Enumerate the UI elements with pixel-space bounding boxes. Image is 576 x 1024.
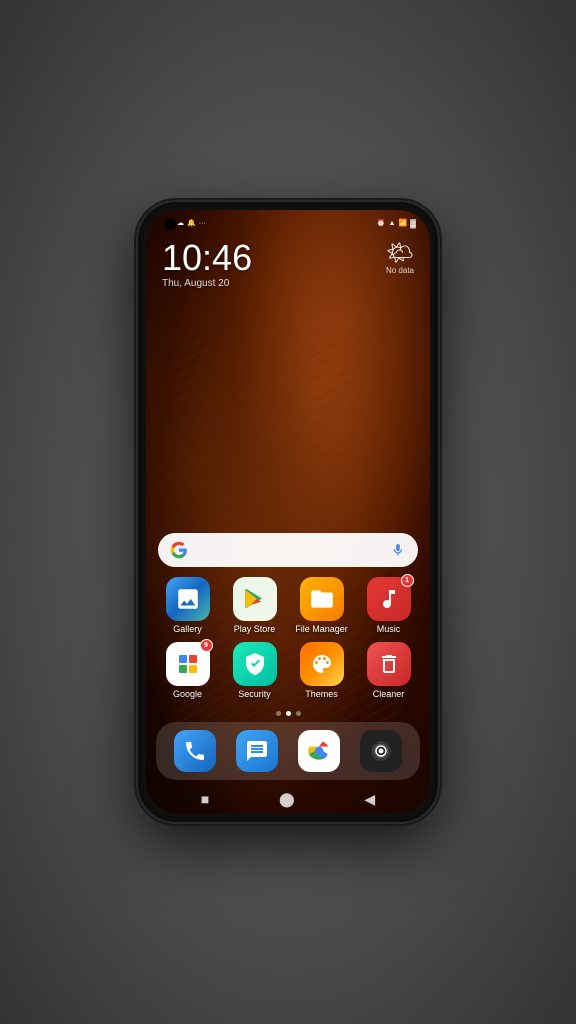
nav-bar: ■ ⬤ ◀ — [146, 786, 430, 814]
screen-content: ☁ 🔔 ··· ⏰ ▲ 📶 ▓ 10:46 Thu, August 20 — [146, 210, 430, 814]
app-cleaner[interactable]: Cleaner — [357, 642, 420, 699]
weather-widget: 🌤 No data — [386, 240, 414, 275]
dot-3[interactable] — [296, 711, 301, 716]
app-playstore[interactable]: Play Store — [223, 577, 286, 634]
dock-phone-icon — [174, 730, 216, 772]
clock-date: Thu, August 20 — [162, 278, 252, 289]
battery-icon: ▓ — [410, 219, 416, 228]
page-indicators — [146, 707, 430, 722]
music-badge: 1 — [401, 574, 414, 587]
nav-home[interactable]: ⬤ — [279, 791, 295, 808]
app-themes[interactable]: Themes — [290, 642, 353, 699]
dot-2[interactable] — [286, 711, 291, 716]
wifi-icon: ▲ — [389, 220, 396, 227]
cleaner-label: Cleaner — [373, 689, 405, 699]
camera-cutout — [164, 218, 176, 230]
dock-camera[interactable] — [352, 730, 410, 772]
app-filemanager[interactable]: File Manager — [290, 577, 353, 634]
playstore-label: Play Store — [234, 624, 276, 634]
dock-messages-icon — [236, 730, 278, 772]
app-security[interactable]: Security — [223, 642, 286, 699]
music-icon: 1 — [367, 577, 411, 621]
dock-messages[interactable] — [228, 730, 286, 772]
app-google[interactable]: 9 Google — [156, 642, 219, 699]
themes-label: Themes — [305, 689, 338, 699]
themes-icon — [300, 642, 344, 686]
app-gallery[interactable]: Gallery — [156, 577, 219, 634]
google-icon: 9 — [166, 642, 210, 686]
dock-chrome[interactable] — [290, 730, 348, 772]
music-label: Music — [377, 624, 401, 634]
playstore-icon — [233, 577, 277, 621]
google-g-icon — [170, 541, 188, 559]
gallery-icon — [166, 577, 210, 621]
clock-time: 10:46 — [162, 240, 252, 276]
dot-1[interactable] — [276, 711, 281, 716]
search-bar[interactable] — [158, 533, 418, 567]
signal-icon: 📶 — [398, 219, 407, 227]
security-icon — [233, 642, 277, 686]
phone-screen: ☁ 🔔 ··· ⏰ ▲ 📶 ▓ 10:46 Thu, August 20 — [146, 210, 430, 814]
google-label: Google — [173, 689, 202, 699]
status-icon-2: 🔔 — [187, 219, 196, 227]
dock-chrome-icon — [298, 730, 340, 772]
app-grid-row2: 9 Google — [146, 642, 430, 707]
dock-phone[interactable] — [166, 730, 224, 772]
cleaner-icon — [367, 642, 411, 686]
wallpaper-spacer — [146, 295, 430, 533]
phone-body: ☁ 🔔 ··· ⏰ ▲ 📶 ▓ 10:46 Thu, August 20 — [138, 202, 438, 822]
gallery-label: Gallery — [173, 624, 202, 634]
mic-icon[interactable] — [390, 542, 406, 558]
status-icon-3: ··· — [199, 220, 206, 227]
app-grid-row1: Gallery Play Store — [146, 577, 430, 642]
filemanager-label: File Manager — [295, 624, 348, 634]
weather-text: No data — [386, 266, 414, 275]
google-badge: 9 — [200, 639, 213, 652]
app-music[interactable]: 1 Music — [357, 577, 420, 634]
filemanager-icon — [300, 577, 344, 621]
nav-recents[interactable]: ■ — [201, 791, 209, 807]
status-icon-1: ☁ — [177, 219, 184, 227]
dock-camera-icon — [360, 730, 402, 772]
nav-back[interactable]: ◀ — [364, 791, 375, 808]
clock-widget: 10:46 Thu, August 20 — [162, 240, 252, 289]
status-right: ⏰ ▲ 📶 ▓ — [377, 219, 416, 228]
app-dock — [156, 722, 420, 780]
weather-icon: 🌤 — [386, 240, 414, 266]
alarm-icon: ⏰ — [377, 219, 386, 227]
status-bar: ☁ 🔔 ··· ⏰ ▲ 📶 ▓ — [146, 210, 430, 232]
clock-area: 10:46 Thu, August 20 🌤 No data — [146, 232, 430, 295]
security-label: Security — [238, 689, 271, 699]
